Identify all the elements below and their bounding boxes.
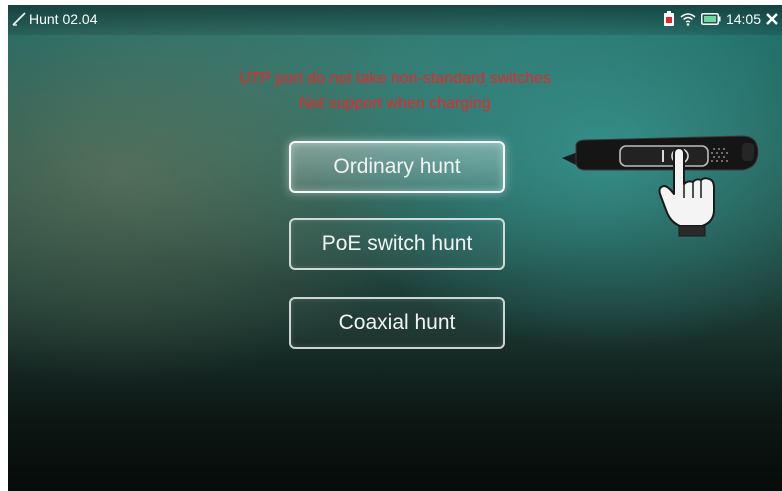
status-time: 14:05 <box>725 11 761 27</box>
wifi-icon <box>680 12 696 26</box>
charging-icon <box>700 13 721 25</box>
coaxial-hunt-button[interactable]: Coaxial hunt <box>289 297 505 349</box>
pen-icon <box>12 12 26 26</box>
poe-switch-hunt-button[interactable]: PoE switch hunt <box>289 218 505 270</box>
status-bar: Hunt 02.04 14:05 <box>8 5 782 35</box>
warning-charging-text: Not support when charging <box>299 95 491 112</box>
status-title-group: Hunt 02.04 <box>12 11 98 27</box>
status-indicators: 14:05 <box>663 11 778 27</box>
tone-probe-icon <box>562 135 759 237</box>
close-icon[interactable] <box>766 13 778 25</box>
device-screen: Hunt 02.04 14:05 UTP port do not take no… <box>8 5 782 491</box>
ordinary-hunt-button[interactable]: Ordinary hunt <box>289 141 505 193</box>
warning-switch-text: UTP port do not take non-standard switch… <box>239 70 551 87</box>
battery-alert-icon <box>663 11 675 27</box>
probe-illustration <box>562 132 762 242</box>
app-title: Hunt 02.04 <box>29 11 98 27</box>
